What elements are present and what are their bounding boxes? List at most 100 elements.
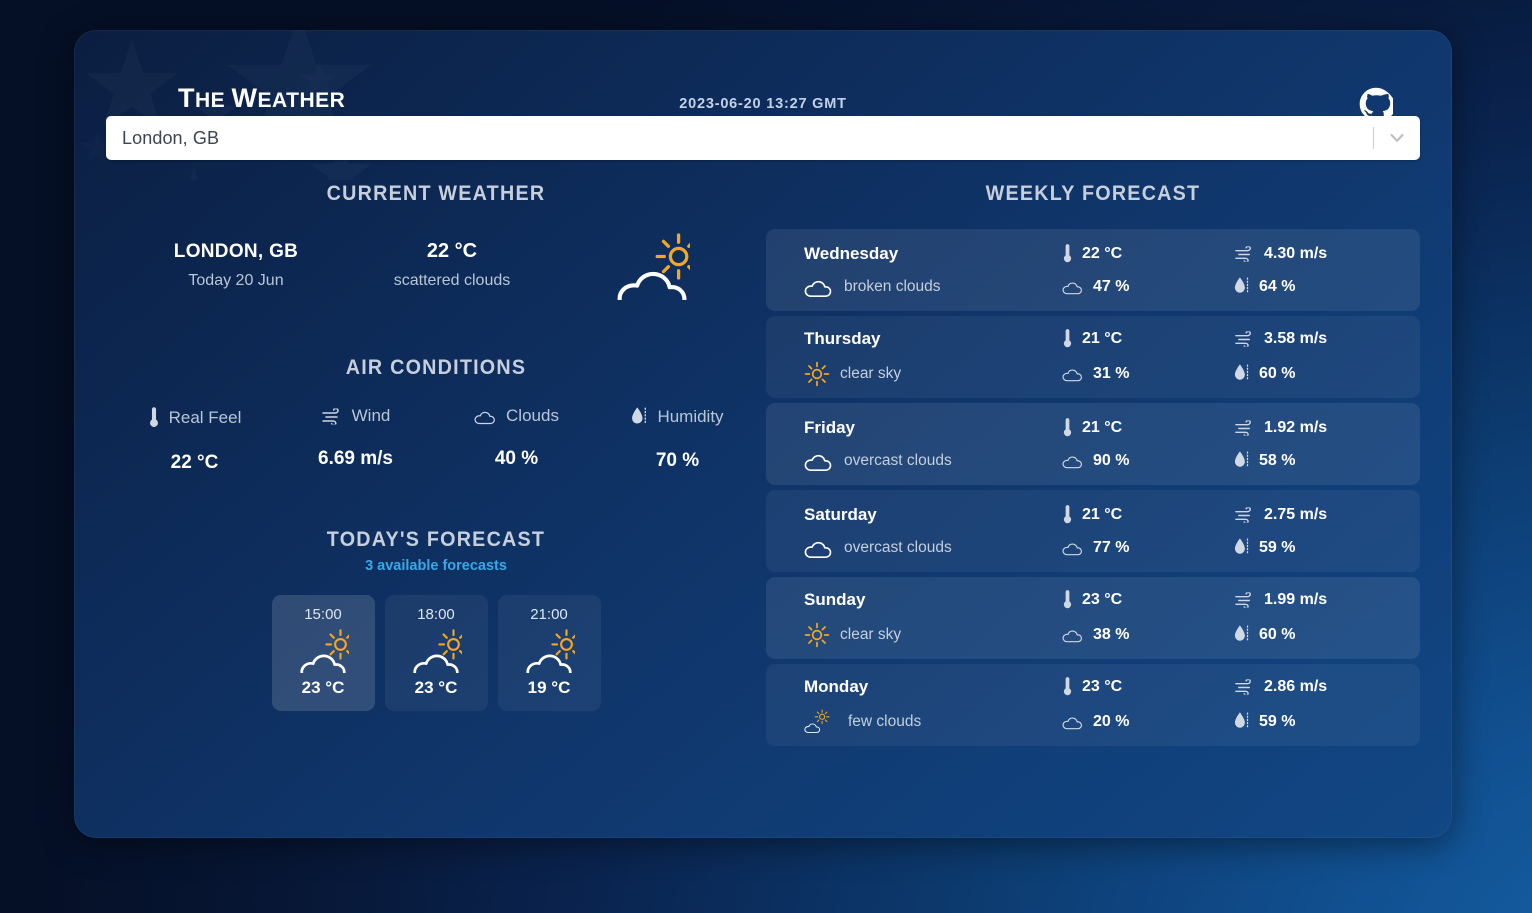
header-datetime: 2023-06-20 13:27 GMT: [106, 96, 1420, 112]
humidity-icon: [1234, 624, 1250, 645]
cloud-icon: [804, 450, 834, 472]
wind-icon: [1234, 507, 1255, 523]
air-value-humidity: 70 %: [597, 450, 758, 472]
hour-card-1800[interactable]: 18:00 23 °C: [385, 595, 488, 711]
cloud-icon: [1062, 714, 1084, 730]
today-forecast-block: Today's Forecast 3 available forecasts 1…: [106, 528, 766, 711]
hour-time: 15:00: [304, 606, 342, 623]
weekly-humidity: 59 %: [1259, 713, 1295, 731]
weekly-clouds: 77 %: [1093, 539, 1129, 557]
weekly-day-name: Monday: [804, 677, 868, 697]
thermometer-icon: [1062, 243, 1073, 265]
weekly-wind: 3.58 m/s: [1264, 330, 1327, 348]
sun-small-cloud-icon: [804, 709, 838, 735]
hour-time: 18:00: [417, 606, 455, 623]
left-column: Current Weather LONDON, GB Today 20 Jun …: [106, 182, 766, 751]
weekly-temp: 21 °C: [1082, 506, 1122, 524]
weekly-humidity: 60 %: [1259, 626, 1295, 644]
weekly-humidity: 58 %: [1259, 452, 1295, 470]
current-description: scattered clouds: [344, 272, 560, 290]
weekly-humidity: 60 %: [1259, 365, 1295, 383]
weekly-description: broken clouds: [844, 278, 941, 296]
weekly-wind: 1.99 m/s: [1264, 591, 1327, 609]
weekly-row-friday[interactable]: Friday 21 °C 1.92 m/s: [766, 403, 1420, 485]
air-cell-real-feel: Real Feel 22 °C: [114, 406, 275, 474]
weekly-clouds: 31 %: [1093, 365, 1129, 383]
cloud-icon: [474, 408, 497, 425]
humidity-icon: [1234, 537, 1250, 558]
current-weather-row: LONDON, GB Today 20 Jun 22 °C scattered …: [106, 230, 766, 300]
thermometer-icon: [1062, 504, 1073, 526]
current-date: Today 20 Jun: [128, 272, 344, 290]
weekly-wind: 2.86 m/s: [1264, 678, 1327, 696]
wind-icon: [1234, 592, 1255, 608]
humidity-icon: [1234, 450, 1250, 471]
weekly-row-sunday[interactable]: Sunday 23 °C 1.99 m/s: [766, 577, 1420, 659]
weekly-day-name: Sunday: [804, 590, 865, 610]
weekly-clouds: 38 %: [1093, 626, 1129, 644]
air-conditions-block: Air Conditions Real Feel 22 °C: [106, 356, 766, 474]
city-search-select[interactable]: London, GB: [106, 116, 1420, 160]
hour-temp: 23 °C: [302, 678, 345, 698]
weekly-wind: 2.75 m/s: [1264, 506, 1327, 524]
thermometer-icon: [148, 406, 160, 430]
air-value-clouds: 40 %: [436, 448, 597, 470]
weekly-temp: 23 °C: [1082, 591, 1122, 609]
app-header: THE WEATHER FORECASTING 2023-06-20 13:27…: [106, 58, 1420, 120]
thermometer-icon: [1062, 589, 1073, 611]
weekly-description: few clouds: [848, 713, 921, 731]
cloud-icon: [1062, 453, 1084, 469]
humidity-icon: [631, 406, 648, 428]
cloud-icon: [1062, 366, 1084, 382]
humidity-icon: [1234, 276, 1250, 297]
right-column: Weekly Forecast Wednesday 22 °C: [766, 182, 1420, 751]
hour-card-1500[interactable]: 15:00 23 °C: [272, 595, 375, 711]
weekly-day-name: Saturday: [804, 505, 877, 525]
weather-app-card: THE WEATHER FORECASTING 2023-06-20 13:27…: [74, 30, 1452, 838]
current-weather-title: Current Weather: [126, 182, 746, 206]
cloud-icon: [1062, 279, 1084, 295]
weekly-row-saturday[interactable]: Saturday 21 °C 2.75 m/s: [766, 490, 1420, 572]
thermometer-icon: [1062, 328, 1073, 350]
air-conditions-title: Air Conditions: [126, 356, 746, 380]
air-cell-wind: Wind 6.69 m/s: [275, 406, 436, 474]
weekly-description: clear sky: [840, 626, 901, 644]
chevron-down-icon[interactable]: [1374, 116, 1420, 160]
thermometer-icon: [1062, 676, 1073, 698]
weekly-row-monday[interactable]: Monday 23 °C 2.86 m/s: [766, 664, 1420, 746]
weekly-temp: 21 °C: [1082, 330, 1122, 348]
sun-icon: [804, 361, 830, 387]
air-label-clouds: Clouds: [506, 406, 559, 426]
weekly-forecast-list: Wednesday 22 °C 4.30 m/s: [766, 229, 1420, 746]
weekly-temp: 21 °C: [1082, 419, 1122, 437]
air-cell-clouds: Clouds 40 %: [436, 406, 597, 474]
hour-temp: 23 °C: [415, 678, 458, 698]
weekly-humidity: 64 %: [1259, 278, 1295, 296]
wind-icon: [321, 408, 343, 425]
city-search-input[interactable]: London, GB: [106, 128, 1373, 149]
hour-temp: 19 °C: [528, 678, 571, 698]
cloud-icon: [804, 276, 834, 298]
weekly-day-name: Wednesday: [804, 244, 898, 264]
weekly-clouds: 90 %: [1093, 452, 1129, 470]
humidity-icon: [1234, 363, 1250, 384]
air-cell-humidity: Humidity 70 %: [597, 406, 758, 474]
current-temperature: 22 °C: [344, 240, 560, 263]
air-label-real-feel: Real Feel: [169, 408, 242, 428]
weekly-description: overcast clouds: [844, 539, 952, 557]
sun-behind-cloud-icon: [560, 230, 744, 300]
weekly-forecast-title: Weekly Forecast: [786, 182, 1401, 206]
wind-icon: [1234, 420, 1255, 436]
wind-icon: [1234, 679, 1255, 695]
current-temp-block: 22 °C scattered clouds: [344, 240, 560, 290]
cloud-icon: [1062, 540, 1084, 556]
hour-time: 21:00: [530, 606, 568, 623]
sun-icon: [804, 622, 830, 648]
hour-card-2100[interactable]: 21:00 19 °C: [498, 595, 601, 711]
weekly-humidity: 59 %: [1259, 539, 1295, 557]
cloud-icon: [804, 537, 834, 559]
weekly-temp: 22 °C: [1082, 245, 1122, 263]
weekly-row-wednesday[interactable]: Wednesday 22 °C 4.30 m/s: [766, 229, 1420, 311]
air-value-wind: 6.69 m/s: [275, 448, 436, 470]
weekly-row-thursday[interactable]: Thursday 21 °C 3.58 m/s: [766, 316, 1420, 398]
